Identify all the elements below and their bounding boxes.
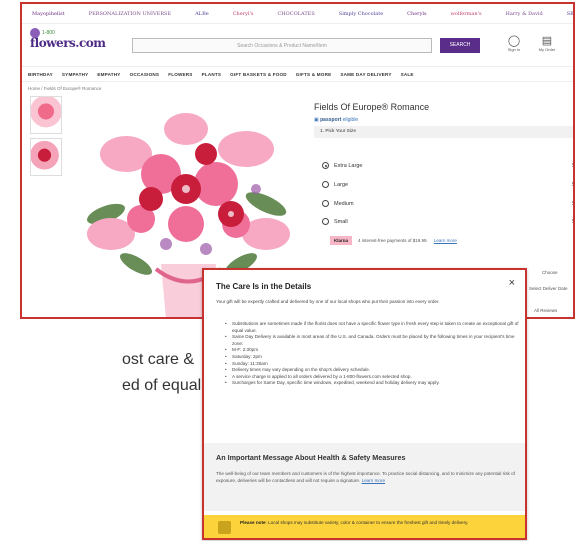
list-item: Saturday: 2pm <box>225 354 522 361</box>
logo-bottom-text: flowers.com <box>30 36 106 50</box>
nav-item-gift-baskets[interactable]: GIFT BASKETS & FOOD <box>230 72 287 77</box>
search-button[interactable]: SEARCH <box>440 38 480 53</box>
passport-badge[interactable]: ▣ passport eligible <box>314 117 358 123</box>
size-label: Small <box>334 218 348 225</box>
list-item: M-F: 2:30pm <box>225 347 522 354</box>
note-body: : Local shops may substitute variety, co… <box>265 520 469 525</box>
close-icon[interactable]: × <box>509 278 515 289</box>
size-option-medium[interactable]: Medium <box>322 200 354 207</box>
radio[interactable] <box>322 218 329 225</box>
size-option-large[interactable]: Large <box>322 181 348 188</box>
sign-in-label: Sign In <box>507 47 521 52</box>
size-price: $1 <box>572 201 575 207</box>
list-item: Delivery times may vary depending on the… <box>225 367 522 374</box>
brand-link[interactable]: wolferman's <box>451 11 482 17</box>
brand-link[interactable]: PERSONALIZATION UNIVERSE <box>89 11 171 17</box>
nav-item-gifts-more[interactable]: GIFTS & MORE <box>296 72 332 77</box>
nav-item-sympathy[interactable]: SYMPATHY <box>62 72 88 77</box>
list-item: Surcharges for Same Day, specific time w… <box>225 380 522 387</box>
size-option-small[interactable]: Small <box>322 218 348 225</box>
info-icon <box>218 521 231 534</box>
nav-item-sale[interactable]: SALE <box>401 72 414 77</box>
brand-link[interactable]: Simply Chocolate <box>339 11 383 17</box>
nav-item-same-day[interactable]: SAME DAY DELIVERY <box>340 72 391 77</box>
brand-link[interactable]: CHOCOLATES <box>277 11 314 17</box>
radio[interactable] <box>322 181 329 188</box>
background-text-line: ost care & <box>122 351 195 368</box>
site-header: 1-800 flowers.com Search Occasions & Pro… <box>22 24 573 66</box>
sign-in-button[interactable]: ◯ Sign In <box>505 34 523 52</box>
delivery-date-text[interactable]: Select Deliver Date <box>529 286 568 291</box>
background-text-line: ed of equal <box>122 377 202 394</box>
list-item: Same Day Delivery is available in most a… <box>225 334 522 347</box>
size-label: Large <box>334 181 349 188</box>
passport-status: eligible <box>342 117 359 123</box>
brand-link[interactable]: SB <box>567 11 573 17</box>
cart-button[interactable]: ▤ My Order <box>538 34 556 52</box>
care-details-modal: The Care Is in the Details × Your gift w… <box>202 268 527 540</box>
brand-bar: Mayopihelist PERSONALIZATION UNIVERSE AL… <box>22 4 573 24</box>
choose-text[interactable]: Choose <box>542 270 558 275</box>
nav-item-occasions[interactable]: OCCASIONS <box>130 72 160 77</box>
cart-label: My Order <box>538 47 556 52</box>
klarna-badge: Klarna <box>330 236 353 245</box>
truck-icon: ▤ <box>541 35 553 47</box>
size-label: Medium <box>334 200 354 207</box>
health-body: The well-being of our team members and c… <box>216 471 516 484</box>
brand-link[interactable]: Harry & David <box>506 11 543 17</box>
size-price: $1 <box>572 163 575 169</box>
nav-item-birthday[interactable]: BIRTHDAY <box>28 72 53 77</box>
health-learn-more-link[interactable]: Learn more <box>362 478 386 483</box>
user-icon: ◯ <box>507 35 521 47</box>
substitution-note: Please note: Local shops may substitute … <box>204 515 525 538</box>
brand-link[interactable]: Mayopihelist <box>32 11 65 17</box>
list-item: Substitutions are sometimes made if the … <box>225 321 522 334</box>
passport-icon: ▣ <box>314 117 319 123</box>
klarna-text: 4 interest-free payments of $19.99. <box>358 238 428 243</box>
product-title: Fields Of Europe® Romance <box>314 102 430 112</box>
product-thumbnail[interactable] <box>30 96 62 134</box>
modal-intro: Your gift will be expertly crafted and d… <box>216 299 440 304</box>
nav-item-plants[interactable]: PLANTS <box>202 72 222 77</box>
breadcrumb[interactable]: Home / Fields Of Europe® Romance <box>28 86 101 91</box>
health-safety-section: An Important Message About Health & Safe… <box>204 443 525 511</box>
radio-selected[interactable] <box>322 162 329 169</box>
nav-item-empathy[interactable]: EMPATHY <box>97 72 120 77</box>
product-thumbnail[interactable] <box>30 138 62 176</box>
list-item: A service charge is applied to all order… <box>225 374 522 381</box>
passport-brand: passport <box>320 117 342 123</box>
brand-link[interactable]: Cheryl's <box>233 11 254 17</box>
size-price: $1 <box>572 182 575 188</box>
reviews-link[interactable]: All Reviews <box>534 308 557 313</box>
note-bold: Please note <box>240 520 266 525</box>
search-input[interactable]: Search Occasions & Product Name/Item <box>132 38 432 53</box>
size-label: Extra Large <box>334 162 363 169</box>
klarna-learn-more-link[interactable]: Learn more <box>434 238 457 243</box>
care-bullet-list: Substitutions are sometimes made if the … <box>224 321 522 387</box>
klarna-offer: Klarna 4 interest-free payments of $19.9… <box>330 236 457 245</box>
pick-size-header: 1. Pick Your Size <box>314 126 573 138</box>
brand-link[interactable]: Cheryls <box>407 11 426 17</box>
site-logo[interactable]: 1-800 flowers.com <box>30 28 106 56</box>
modal-title: The Care Is in the Details <box>216 282 312 291</box>
health-title: An Important Message About Health & Safe… <box>216 453 406 462</box>
nav-item-flowers[interactable]: FLOWERS <box>168 72 192 77</box>
note-text: Please note: Local shops may substitute … <box>240 520 510 527</box>
size-option-extra-large[interactable]: Extra Large <box>322 162 362 169</box>
size-price: $1 <box>572 219 575 225</box>
flower-logo-icon <box>30 28 40 38</box>
main-nav: BIRTHDAY SYMPATHY EMPATHY OCCASIONS FLOW… <box>22 66 573 82</box>
list-item: Sunday: 11:30am <box>225 361 522 368</box>
brand-link[interactable]: ALBe <box>195 11 209 17</box>
radio[interactable] <box>322 200 329 207</box>
